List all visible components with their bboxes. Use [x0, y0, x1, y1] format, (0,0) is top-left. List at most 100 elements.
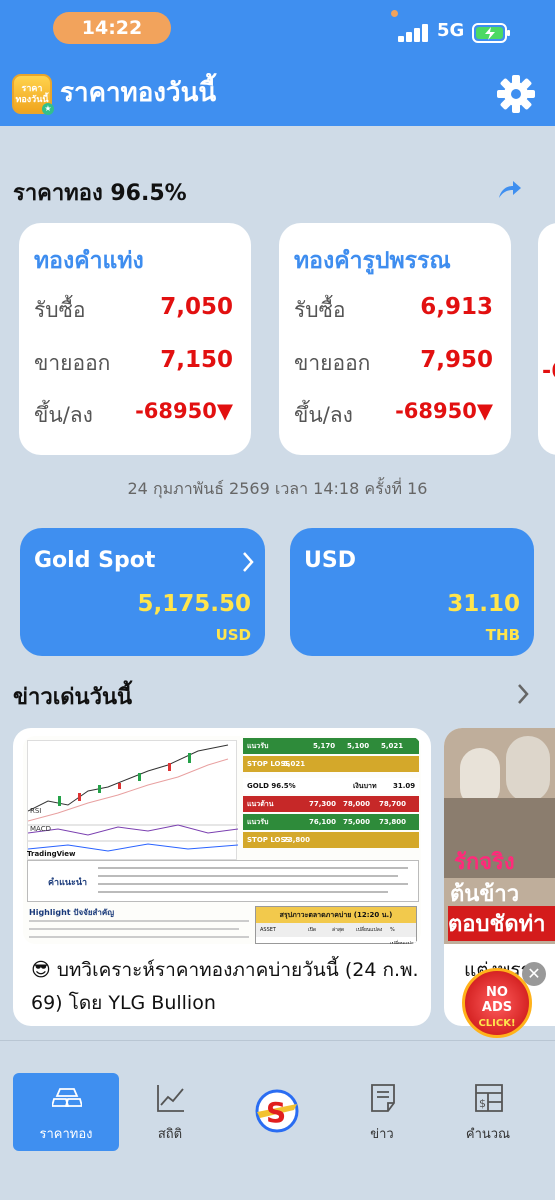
row-v1: 5,170	[313, 742, 336, 750]
change-label: ขึ้น/ลง	[294, 403, 353, 427]
change-row: ขึ้น/ลง -68950▼	[294, 399, 493, 431]
gold-spot-value: 5,175.50	[137, 591, 252, 617]
gold-jewelry-price-card[interactable]: ทองคำรูปพรรณ รับซื้อ 6,913 ขายออก 7,950 …	[279, 223, 511, 455]
tab-gold-price[interactable]: ราคาทอง	[13, 1073, 119, 1151]
sell-row: ขายออก 7,950	[294, 347, 493, 379]
privacy-indicator	[391, 10, 398, 17]
macd-label: MACD	[30, 825, 51, 833]
brand-s-logo-icon[interactable]: S	[252, 1088, 302, 1134]
row-label: แนวรับ	[247, 742, 269, 750]
svg-text:S: S	[266, 1096, 286, 1129]
buy-price: 6,913	[420, 294, 493, 320]
sell-label: ขายออก	[34, 351, 111, 375]
gold-section-title: ราคาทอง 96.5%	[13, 181, 187, 206]
row-v1: 73,800	[283, 836, 311, 844]
row-v1: 5,021	[283, 760, 306, 768]
buy-label: รับซื้อ	[294, 298, 346, 322]
usd-value: 31.10	[447, 591, 520, 617]
table-row: STOP LOSS 73,800	[243, 832, 419, 848]
chart-line-icon	[157, 1085, 184, 1112]
thumbnail-price-chart: RSI MACD	[27, 740, 239, 860]
advice-title: คำแนะนำ	[48, 878, 88, 888]
thumbnail-levels-table: แนวรับ 5,170 5,100 5,021 STOP LOSS 5,021…	[243, 738, 419, 850]
gold-bars-icon	[52, 1088, 82, 1107]
news-thumbnail: RSI MACD TradingView แนวรับ 5,170 5,100 …	[23, 736, 421, 944]
overlay-line: ตอบชัดท่า	[448, 906, 555, 941]
status-bar: 14:22 5G	[0, 0, 555, 58]
settings-gear-icon[interactable]	[494, 72, 538, 116]
sell-row: ขายออก 7,150	[34, 347, 233, 379]
change-label: ขึ้น/ลง	[34, 403, 93, 427]
table-row: แนวรับ 76,100 75,000 73,800	[243, 814, 419, 830]
gold-spot-title: Gold Spot	[34, 548, 156, 573]
buy-row: รับซื้อ 6,913	[294, 294, 493, 326]
card-title: ทองคำรูปพรรณ	[294, 248, 451, 274]
partial-price-card[interactable]: -6	[538, 223, 555, 455]
tab-label: ข่าว	[370, 1127, 394, 1142]
rsi-label: RSI	[30, 807, 42, 815]
news-card[interactable]: RSI MACD TradingView แนวรับ 5,170 5,100 …	[13, 728, 431, 1026]
gold-bar-price-card[interactable]: ทองคำแท่ง รับซื้อ 7,050 ขายออก 7,150 ขึ้…	[19, 223, 251, 455]
chevron-right-icon	[243, 552, 254, 572]
buy-price: 7,050	[160, 294, 233, 320]
update-timestamp: 24 กุมภาพันธ์ 2569 เวลา 14:18 ครั้งที่ 1…	[127, 479, 428, 498]
share-icon[interactable]	[495, 176, 523, 204]
table-row: STOP LOSS 5,021	[243, 756, 419, 772]
row-v2: 5,100	[347, 742, 370, 750]
buy-row: รับซื้อ 7,050	[34, 294, 233, 326]
ad-text: NO	[486, 985, 508, 1000]
thumbnail-summary-table: สรุปภาวะตลาดภาคบ่าย (12:20 น.) ASSET เปิ…	[255, 906, 417, 944]
no-ads-button[interactable]: NO ADS CLICK!	[462, 968, 532, 1038]
overlay-line: รักจริง	[454, 850, 515, 875]
app-logo-text: ราคาทองวันนี้	[15, 84, 49, 105]
summary-header: % เปลี่ยนแปลง	[390, 927, 417, 944]
summary-header: เปลี่ยนแปลง	[356, 927, 383, 933]
sell-price: 7,950	[420, 347, 493, 373]
summary-title: สรุปภาวะตลาดภาคบ่าย (12:20 น.)	[256, 907, 416, 923]
card-title: ทองคำแท่ง	[34, 248, 144, 274]
tradingview-logo: TradingView	[27, 850, 76, 858]
row-v3: 73,800	[379, 818, 407, 826]
row-v3: 78,700	[379, 800, 407, 808]
network-type: 5G	[437, 20, 465, 41]
close-icon[interactable]: ✕	[522, 962, 546, 986]
gold-spot-unit: USD	[215, 626, 251, 644]
calculator-icon: $	[475, 1084, 503, 1112]
news-thumbnail: รักจริง ต้นข้าว ตอบชัดท่า	[444, 728, 555, 944]
status-time: 14:22	[53, 12, 171, 44]
thumbnail-advice-box: คำแนะนำ	[27, 860, 419, 902]
news-caption: 😎 บทวิเคราะห์ราคาทองภาคบ่ายวันนี้ (24 ก.…	[31, 959, 419, 1014]
news-icon	[371, 1084, 395, 1112]
row-v1: 77,300	[309, 800, 337, 808]
ad-text: CLICK!	[478, 1018, 516, 1029]
tab-label: ราคาทอง	[39, 1127, 93, 1142]
change-value: -68950▼	[395, 399, 493, 423]
row-label: แนวรับ	[247, 818, 269, 826]
tab-statistics[interactable]: สถิติ	[117, 1073, 223, 1151]
row-v1: 76,100	[309, 818, 337, 826]
summary-header: ล่าสุด	[332, 927, 345, 933]
usd-card[interactable]: USD 31.10 THB	[290, 528, 534, 656]
sell-label: ขายออก	[294, 351, 371, 375]
usd-unit: THB	[485, 626, 520, 644]
row-v3: 5,021	[381, 742, 404, 750]
summary-header: เปิด	[308, 927, 317, 933]
row-label: GOLD 96.5%	[247, 782, 296, 790]
highlight-title: Highlight ปัจจัยสำคัญ	[29, 908, 115, 917]
change-row: ขึ้น/ลง -68950▼	[34, 399, 233, 431]
app-bar: ราคาทองวันนี้ ★ ราคาทองวันนี้	[0, 58, 555, 126]
partial-change-value: -6	[542, 359, 555, 384]
signal-icon	[398, 24, 430, 42]
gold-spot-card[interactable]: Gold Spot 5,175.50 USD	[20, 528, 265, 656]
table-row: แนวรับ 5,170 5,100 5,021	[243, 738, 419, 754]
tab-label: คำนวณ	[465, 1127, 511, 1142]
row-v2: 75,000	[343, 818, 371, 826]
row-label: แนวต้าน	[247, 800, 274, 808]
news-more-chevron-icon[interactable]	[515, 682, 531, 706]
tab-label: สถิติ	[157, 1127, 183, 1142]
change-value: -68950▼	[135, 399, 233, 423]
tab-news[interactable]: ข่าว	[329, 1073, 435, 1151]
table-row: GOLD 96.5% เงินบาท 31.09	[243, 778, 419, 794]
tab-calculator[interactable]: $ คำนวณ	[435, 1073, 541, 1151]
ad-text: ADS	[481, 1000, 513, 1015]
